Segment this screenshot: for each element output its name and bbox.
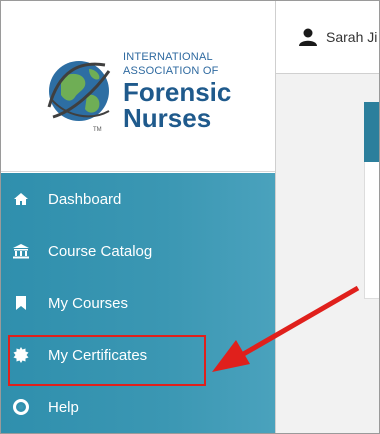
bookmark-icon <box>12 294 30 312</box>
trademark-mark: TM <box>93 127 102 133</box>
annotation-highlight-box <box>8 335 206 386</box>
sidebar-item-dashboard[interactable]: Dashboard <box>1 173 275 225</box>
sidebar-item-course-catalog[interactable]: Course Catalog <box>1 225 275 277</box>
sidebar-item-my-courses[interactable]: My Courses <box>1 277 275 329</box>
sidebar-item-label: Help <box>48 398 79 416</box>
org-name-line1: INTERNATIONAL <box>123 51 213 63</box>
globe-helix-icon <box>47 61 111 121</box>
user-name[interactable]: Sarah Ji <box>326 29 377 45</box>
top-bar: Sarah Ji <box>276 1 379 74</box>
org-logo[interactable]: INTERNATIONAL ASSOCIATION OF Forensic Nu… <box>1 1 275 172</box>
sidebar-item-help[interactable]: Help <box>1 381 275 433</box>
main-content <box>276 74 379 433</box>
org-name-forensic: Forensic <box>123 77 232 107</box>
life-ring-icon <box>12 398 30 416</box>
bank-icon <box>12 242 30 260</box>
org-name-line2: ASSOCIATION OF <box>123 65 219 77</box>
sidebar-item-label: Course Catalog <box>48 242 153 260</box>
org-name-nurses: Nurses <box>123 103 212 133</box>
sidebar-item-label: My Courses <box>48 294 129 312</box>
user-icon[interactable] <box>298 27 318 47</box>
home-icon <box>12 190 30 208</box>
sidebar-item-label: Dashboard <box>48 190 122 208</box>
content-card-header <box>364 102 379 162</box>
sidebar-nav: Dashboard Course Catalog My Courses My C… <box>1 173 275 433</box>
